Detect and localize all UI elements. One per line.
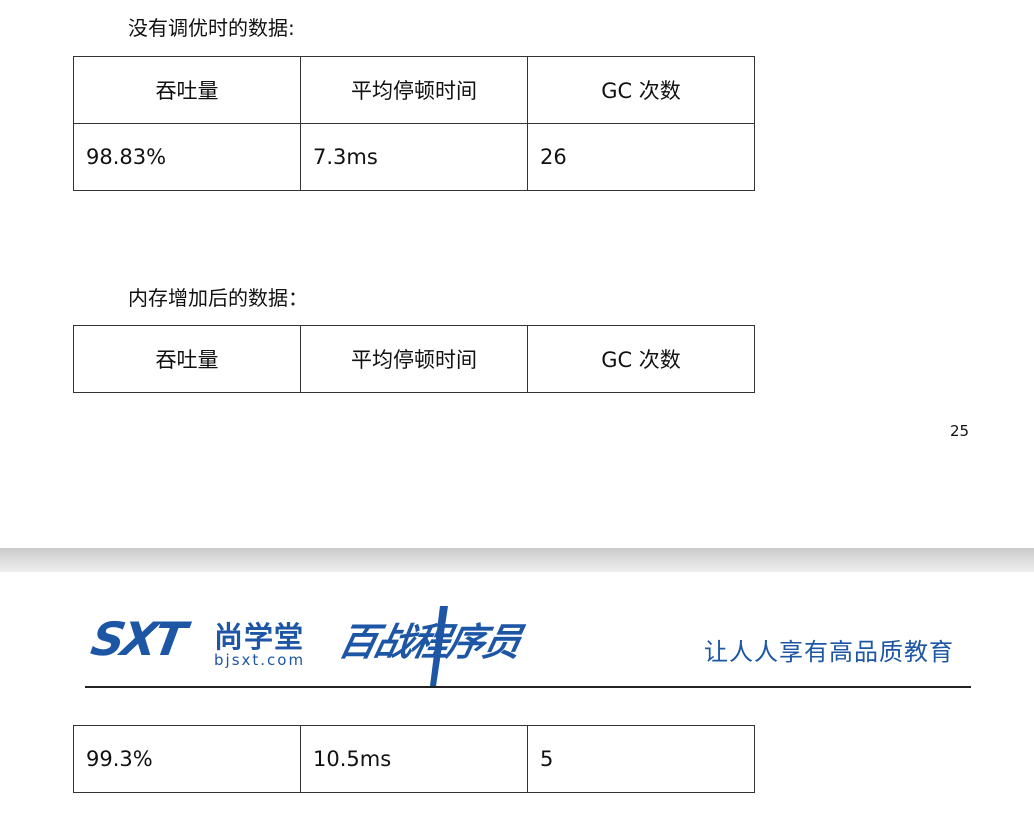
header-throughput: 吞吐量	[73, 325, 301, 393]
brand-name: 尚学堂	[214, 620, 305, 654]
table-header-row: 吞吐量 平均停顿时间 GC 次数	[73, 325, 755, 393]
after-memory-table-header: 吞吐量 平均停顿时间 GC 次数	[73, 325, 755, 393]
header-divider	[85, 686, 971, 688]
table-header-row: 吞吐量 平均停顿时间 GC 次数	[73, 56, 755, 124]
cell-gc-count: 5	[527, 725, 755, 793]
after-memory-table-values: 99.3% 10.5ms 5	[73, 725, 755, 793]
cell-throughput: 98.83%	[73, 123, 301, 191]
table-row: 99.3% 10.5ms 5	[73, 725, 755, 793]
section-title-before-tuning: 没有调优时的数据:	[128, 16, 295, 40]
header-avg-pause: 平均停顿时间	[300, 56, 528, 124]
header-avg-pause: 平均停顿时间	[300, 325, 528, 393]
header-throughput: 吞吐量	[73, 56, 301, 124]
sxt-logo: SXT	[87, 612, 188, 666]
logo-mark-icon	[430, 606, 448, 686]
header-gc-count: GC 次数	[527, 325, 755, 393]
cell-throughput: 99.3%	[73, 725, 301, 793]
header-tagline: 让人人享有高品质教育	[704, 638, 954, 666]
brand-url: bjsxt.com	[214, 651, 306, 669]
cell-avg-pause: 7.3ms	[300, 123, 528, 191]
table-row: 98.83% 7.3ms 26	[73, 123, 755, 191]
cell-avg-pause: 10.5ms	[300, 725, 528, 793]
page-break-divider	[0, 548, 1034, 572]
page-number: 25	[950, 422, 970, 440]
section-title-after-memory-increase: 内存增加后的数据：	[128, 286, 308, 310]
before-tuning-table: 吞吐量 平均停顿时间 GC 次数 98.83% 7.3ms 26	[73, 56, 755, 191]
header-gc-count: GC 次数	[527, 56, 755, 124]
cell-gc-count: 26	[527, 123, 755, 191]
